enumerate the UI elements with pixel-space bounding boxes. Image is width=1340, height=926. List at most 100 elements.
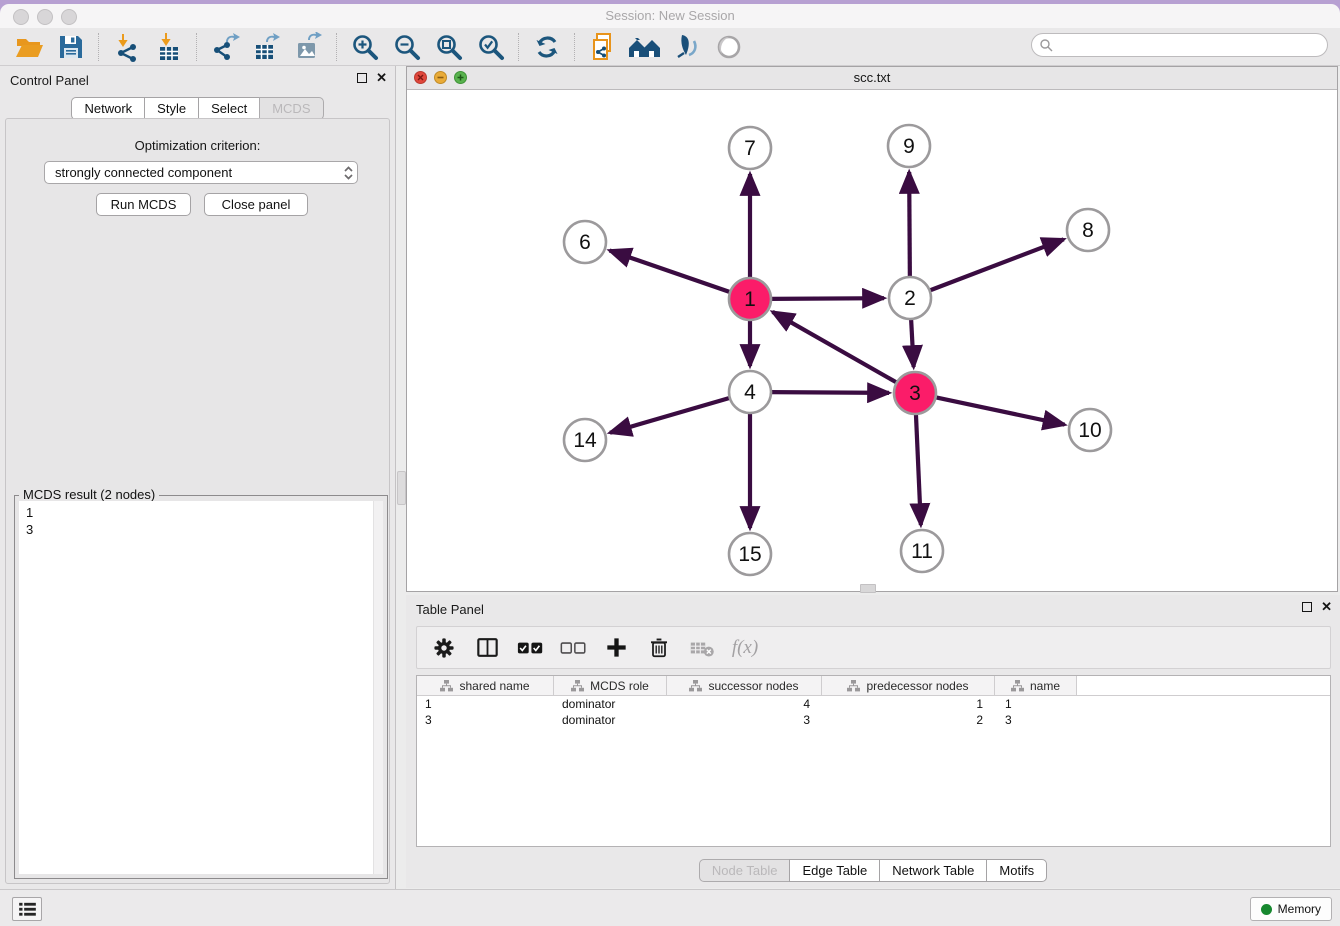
table-cell[interactable]: 2 <box>822 712 995 728</box>
edge-2-to-3[interactable] <box>911 319 914 367</box>
edge-4-to-3[interactable] <box>771 392 889 393</box>
horizontal-split-grip[interactable] <box>860 584 876 593</box>
clone-network-button[interactable] <box>582 30 624 64</box>
clone-network-icon <box>588 32 618 62</box>
tab-motifs[interactable]: Motifs <box>986 859 1047 882</box>
import-table-button[interactable] <box>148 30 190 64</box>
result-scrollbar[interactable] <box>373 501 383 874</box>
table-cell[interactable]: 1 <box>822 696 995 712</box>
main-toolbar <box>0 28 1340 66</box>
status-bar: Memory <box>0 889 1340 926</box>
edge-3-to-10[interactable] <box>936 397 1065 424</box>
mcds-result-textarea[interactable]: 13 <box>19 501 383 874</box>
home-icon <box>628 32 662 62</box>
deselect-all-button[interactable] <box>559 633 587 663</box>
node-label-1: 1 <box>744 288 756 311</box>
table-body: 1dominator4113dominator323 <box>417 696 1330 728</box>
close-panel-button[interactable]: Close panel <box>204 193 308 216</box>
import-table-icon <box>154 32 184 62</box>
table-row[interactable]: 1dominator411 <box>417 696 1330 712</box>
export-image-button[interactable] <box>288 30 330 64</box>
search-icon <box>1039 38 1053 52</box>
table-cell[interactable]: 3 <box>995 712 1077 728</box>
network-graph: 7968124314101511 <box>407 90 1337 592</box>
tab-network[interactable]: Network <box>71 97 145 120</box>
edge-3-to-11[interactable] <box>916 414 921 525</box>
mcds-result-line: 1 <box>26 504 376 521</box>
combo-stepper-icon <box>339 162 357 183</box>
column-header-shared-name[interactable]: shared name <box>417 676 554 695</box>
table-settings-button[interactable] <box>430 633 458 663</box>
create-column-button[interactable] <box>602 633 630 663</box>
select-all-button[interactable] <box>516 633 544 663</box>
zoom-out-icon <box>392 32 422 62</box>
delete-column-button[interactable] <box>645 633 673 663</box>
open-file-button[interactable] <box>8 30 50 64</box>
close-panel-icon[interactable]: ✕ <box>376 73 387 83</box>
tab-select[interactable]: Select <box>198 97 260 120</box>
zoom-out-button[interactable] <box>386 30 428 64</box>
edge-2-to-9[interactable] <box>909 172 910 277</box>
float-panel-icon[interactable] <box>357 73 367 83</box>
tab-style[interactable]: Style <box>144 97 199 120</box>
node-label-4: 4 <box>744 381 756 404</box>
tab-node-table[interactable]: Node Table <box>699 859 791 882</box>
network-view-window: scc.txt 7968124314101511 <box>406 66 1338 592</box>
first-neighbors-button[interactable] <box>624 30 666 64</box>
vertical-split-grip[interactable] <box>397 471 406 505</box>
task-history-button[interactable] <box>12 897 42 921</box>
zoom-fit-button[interactable] <box>428 30 470 64</box>
zoom-in-button[interactable] <box>344 30 386 64</box>
control-panel: Control Panel ✕ NetworkStyleSelectMCDS O… <box>0 66 396 890</box>
fx-icon: f(x) <box>732 637 758 659</box>
column-header-name[interactable]: name <box>995 676 1077 695</box>
import-network-button[interactable] <box>106 30 148 64</box>
network-window-titlebar[interactable]: scc.txt <box>407 67 1337 90</box>
zoom-selected-icon <box>476 32 506 62</box>
column-header-label: successor nodes <box>708 679 798 693</box>
edge-2-to-8[interactable] <box>930 239 1064 290</box>
table-cell[interactable]: 4 <box>667 696 822 712</box>
export-table-button[interactable] <box>246 30 288 64</box>
tab-edge-table[interactable]: Edge Table <box>789 859 880 882</box>
zoom-selected-button[interactable] <box>470 30 512 64</box>
function-builder-button[interactable]: f(x) <box>731 633 759 663</box>
table-row[interactable]: 3dominator323 <box>417 712 1330 728</box>
zoom-fit-icon <box>434 32 464 62</box>
save-session-button[interactable] <box>50 30 92 64</box>
table-cell[interactable]: dominator <box>554 712 667 728</box>
toggle-columns-button[interactable] <box>473 633 501 663</box>
column-header-mcds-role[interactable]: MCDS role <box>554 676 667 695</box>
export-network-button[interactable] <box>204 30 246 64</box>
table-cell[interactable]: dominator <box>554 696 667 712</box>
edge-1-to-6[interactable] <box>610 250 731 292</box>
columns-icon <box>475 635 500 660</box>
plus-icon <box>604 635 629 660</box>
search-input[interactable] <box>1053 35 1319 55</box>
run-mcds-button[interactable]: Run MCDS <box>96 193 191 216</box>
trash-icon <box>647 635 671 660</box>
table-cell[interactable]: 3 <box>667 712 822 728</box>
delete-table-button[interactable] <box>688 633 716 663</box>
column-header-successor-nodes[interactable]: successor nodes <box>667 676 822 695</box>
hierarchy-icon <box>1011 680 1024 692</box>
edge-1-to-2[interactable] <box>771 298 884 299</box>
memory-button[interactable]: Memory <box>1250 897 1332 921</box>
criterion-select[interactable]: strongly connected component <box>44 161 358 184</box>
birdseye-button[interactable] <box>708 30 750 64</box>
node-label-2: 2 <box>904 287 916 310</box>
refresh-layout-button[interactable] <box>526 30 568 64</box>
tab-mcds[interactable]: MCDS <box>259 97 323 120</box>
tab-network-table[interactable]: Network Table <box>879 859 987 882</box>
network-canvas[interactable]: 7968124314101511 <box>407 90 1337 592</box>
edge-4-to-14[interactable] <box>610 398 730 433</box>
visual-style-button[interactable] <box>666 30 708 64</box>
table-cell[interactable]: 1 <box>995 696 1077 712</box>
column-header-predecessor-nodes[interactable]: predecessor nodes <box>822 676 995 695</box>
close-table-panel-icon[interactable]: ✕ <box>1321 602 1332 612</box>
table-cell[interactable]: 1 <box>417 696 554 712</box>
export-table-icon <box>252 32 282 62</box>
edge-3-to-1[interactable] <box>773 312 897 383</box>
float-table-panel-icon[interactable] <box>1302 602 1312 612</box>
table-cell[interactable]: 3 <box>417 712 554 728</box>
